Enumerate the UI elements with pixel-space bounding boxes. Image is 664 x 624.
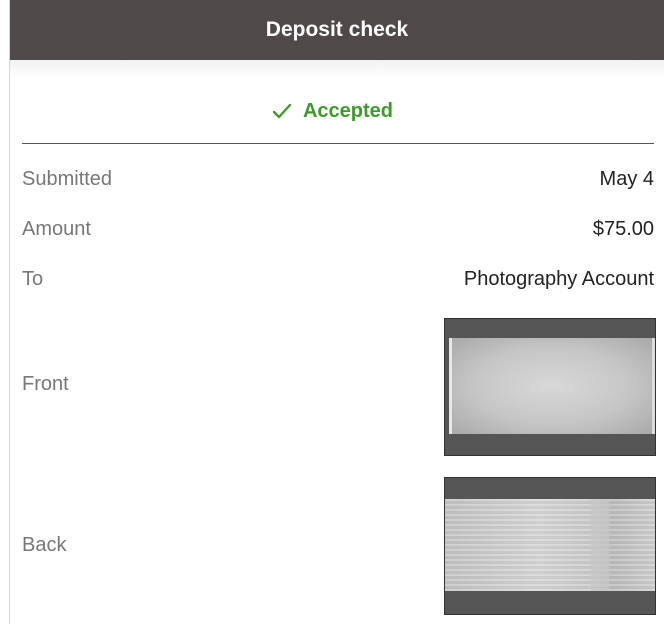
check-front-face xyxy=(449,338,655,434)
check-back-face xyxy=(445,499,655,591)
submitted-label: Submitted xyxy=(22,168,113,190)
to-label: To xyxy=(22,268,44,290)
amount-label: Amount xyxy=(22,218,91,240)
check-icon xyxy=(271,100,293,122)
amount-value: $75.00 xyxy=(592,218,654,240)
front-label: Front xyxy=(22,373,69,395)
header-bar: Deposit check xyxy=(10,0,664,60)
check-front-image[interactable] xyxy=(444,318,656,456)
submitted-value: May 4 xyxy=(599,168,654,190)
status-text: Accepted xyxy=(302,99,394,122)
status-accepted: Accepted xyxy=(10,94,654,128)
check-back-image[interactable] xyxy=(444,477,656,615)
page-title: Deposit check xyxy=(265,18,409,41)
back-label: Back xyxy=(22,534,67,556)
deposit-check-screen: Deposit check Accepted Submitted May 4 A… xyxy=(0,0,664,624)
status-divider xyxy=(22,143,654,144)
to-value: Photography Account xyxy=(463,268,654,290)
header-shadow xyxy=(10,60,664,78)
check-back-strip xyxy=(591,499,609,591)
